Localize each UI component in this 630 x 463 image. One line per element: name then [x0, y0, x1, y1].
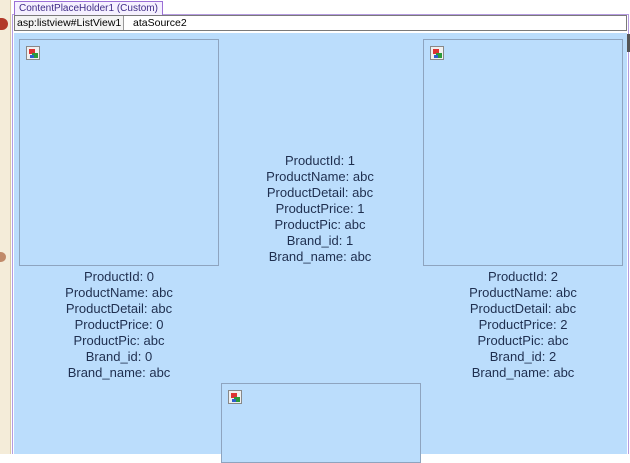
- broken-image-icon: [26, 46, 40, 60]
- product-name: ProductName: abc: [266, 169, 374, 184]
- product-name: ProductName: abc: [469, 285, 577, 300]
- list-item-0: ProductId: 0 ProductName: abc ProductDet…: [19, 269, 219, 381]
- margin-marker: [0, 18, 8, 30]
- product-id: ProductId: 1: [284, 153, 356, 168]
- listview-header-bar[interactable]: asp:listview#ListView1 ataSource2: [14, 15, 627, 31]
- product-price: ProductPrice: 2: [478, 317, 568, 332]
- broken-image-icon: [430, 46, 444, 60]
- brand-id: Brand_id: 2: [489, 349, 557, 364]
- product-id: ProductId: 0: [83, 269, 155, 284]
- product-id: ProductId: 2: [487, 269, 559, 284]
- brand-name: Brand_name: abc: [67, 365, 171, 380]
- product-image-1[interactable]: [221, 383, 421, 463]
- product-price: ProductPrice: 1: [275, 201, 365, 216]
- product-price: ProductPrice: 0: [74, 317, 164, 332]
- list-item-1: ProductId: 1 ProductName: abc ProductDet…: [220, 153, 420, 265]
- datasource-label: ataSource2: [133, 17, 187, 29]
- product-pic: ProductPic: abc: [274, 217, 366, 232]
- product-name: ProductName: abc: [65, 285, 173, 300]
- product-image-0[interactable]: [19, 39, 219, 266]
- brand-id: Brand_id: 0: [85, 349, 153, 364]
- brand-name: Brand_name: abc: [471, 365, 575, 380]
- product-pic: ProductPic: abc: [73, 333, 165, 348]
- broken-image-icon: [228, 390, 242, 404]
- listview-design-surface[interactable]: ProductId: 1 ProductName: abc ProductDet…: [14, 33, 627, 463]
- editor-left-margin: [0, 0, 11, 454]
- product-image-2[interactable]: [423, 39, 623, 266]
- product-detail: ProductDetail: abc: [266, 185, 374, 200]
- brand-name: Brand_name: abc: [268, 249, 372, 264]
- list-item-2: ProductId: 2 ProductName: abc ProductDet…: [423, 269, 623, 381]
- margin-marker: [0, 252, 6, 262]
- product-detail: ProductDetail: abc: [469, 301, 577, 316]
- content-placeholder-tab[interactable]: ContentPlaceHolder1 (Custom): [14, 1, 163, 15]
- brand-id: Brand_id: 1: [286, 233, 354, 248]
- product-pic: ProductPic: abc: [477, 333, 569, 348]
- product-detail: ProductDetail: abc: [65, 301, 173, 316]
- listview-tag-label[interactable]: asp:listview#ListView1: [15, 16, 125, 30]
